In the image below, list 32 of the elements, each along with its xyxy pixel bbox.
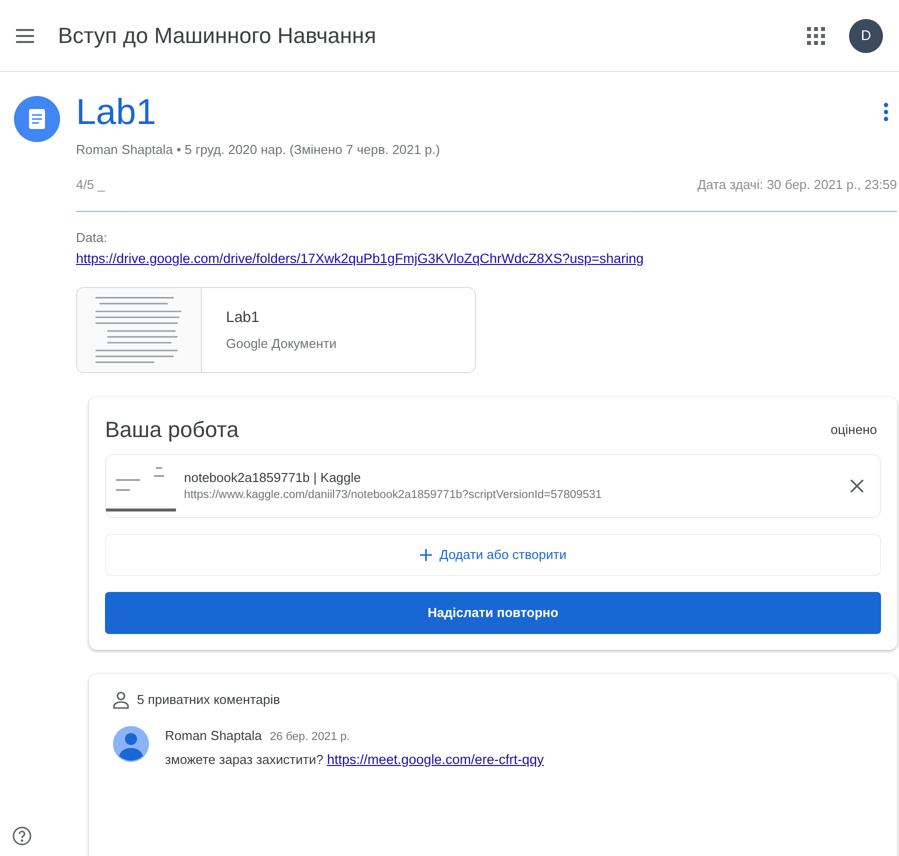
description-label: Data: [76,228,108,247]
comment-author: Roman Shaptala [165,726,262,745]
plus-icon [420,549,432,562]
comments-count: 5 приватних коментарів [137,691,280,710]
assignment-meta: Roman Shaptala • 5 груд. 2020 нар. (Змінено 7 черв. 2021 р.) [76,140,441,159]
more-options-icon[interactable] [883,102,889,122]
attachment-card[interactable]: Lab1 Google Документи [76,287,476,374]
apps-grid-icon[interactable] [807,26,825,44]
assignment-title: Lab1 [76,92,156,132]
assignment-icon [14,96,60,142]
account-avatar[interactable]: D [849,18,883,52]
course-title: Вступ до Машинного Навчання [58,22,376,50]
comment-date: 26 бер. 2021 р. [270,730,350,745]
help-icon[interactable] [12,826,32,846]
meet-link[interactable]: https://meet.google.com/ere-cfrt-qqy [326,752,544,767]
add-or-create-button[interactable]: Додати або створити [105,534,881,576]
menu-icon[interactable] [16,28,34,42]
work-status: оцінено [830,420,877,439]
person-icon [113,690,129,709]
close-icon[interactable] [850,479,864,494]
attachment-type: Google Документи [226,334,336,353]
attachment-title: Lab1 [226,308,260,328]
user-avatar [113,726,149,762]
comment-text: зможете зараз захистити? https://meet.google.com/ere-cfrt-qqy [165,750,544,769]
grade-text: 4/5 _ [76,176,105,194]
drive-link[interactable]: https://drive.google.com/drive/folders/17Xwk2quPb1gFmjG3KVloZqChrWdcZ8XS?usp=sharing [76,251,644,266]
your-work-title: Ваша робота [105,416,239,444]
file-url: https://www.kaggle.com/daniil73/notebook2a1859771b?scriptVersionId=57809531 [184,488,603,504]
due-date: Дата здачі: 30 бер. 2021 р., 23:59 [697,176,897,194]
file-item[interactable]: notebook2a1859771b | Kaggle https://www.kaggle.com/daniil73/notebook2a1859771b?scriptVersionId=57809531 [105,454,881,518]
file-title: notebook2a1859771b | Kaggle [184,468,362,487]
resubmit-button[interactable]: Надіслати повторно [105,592,881,634]
